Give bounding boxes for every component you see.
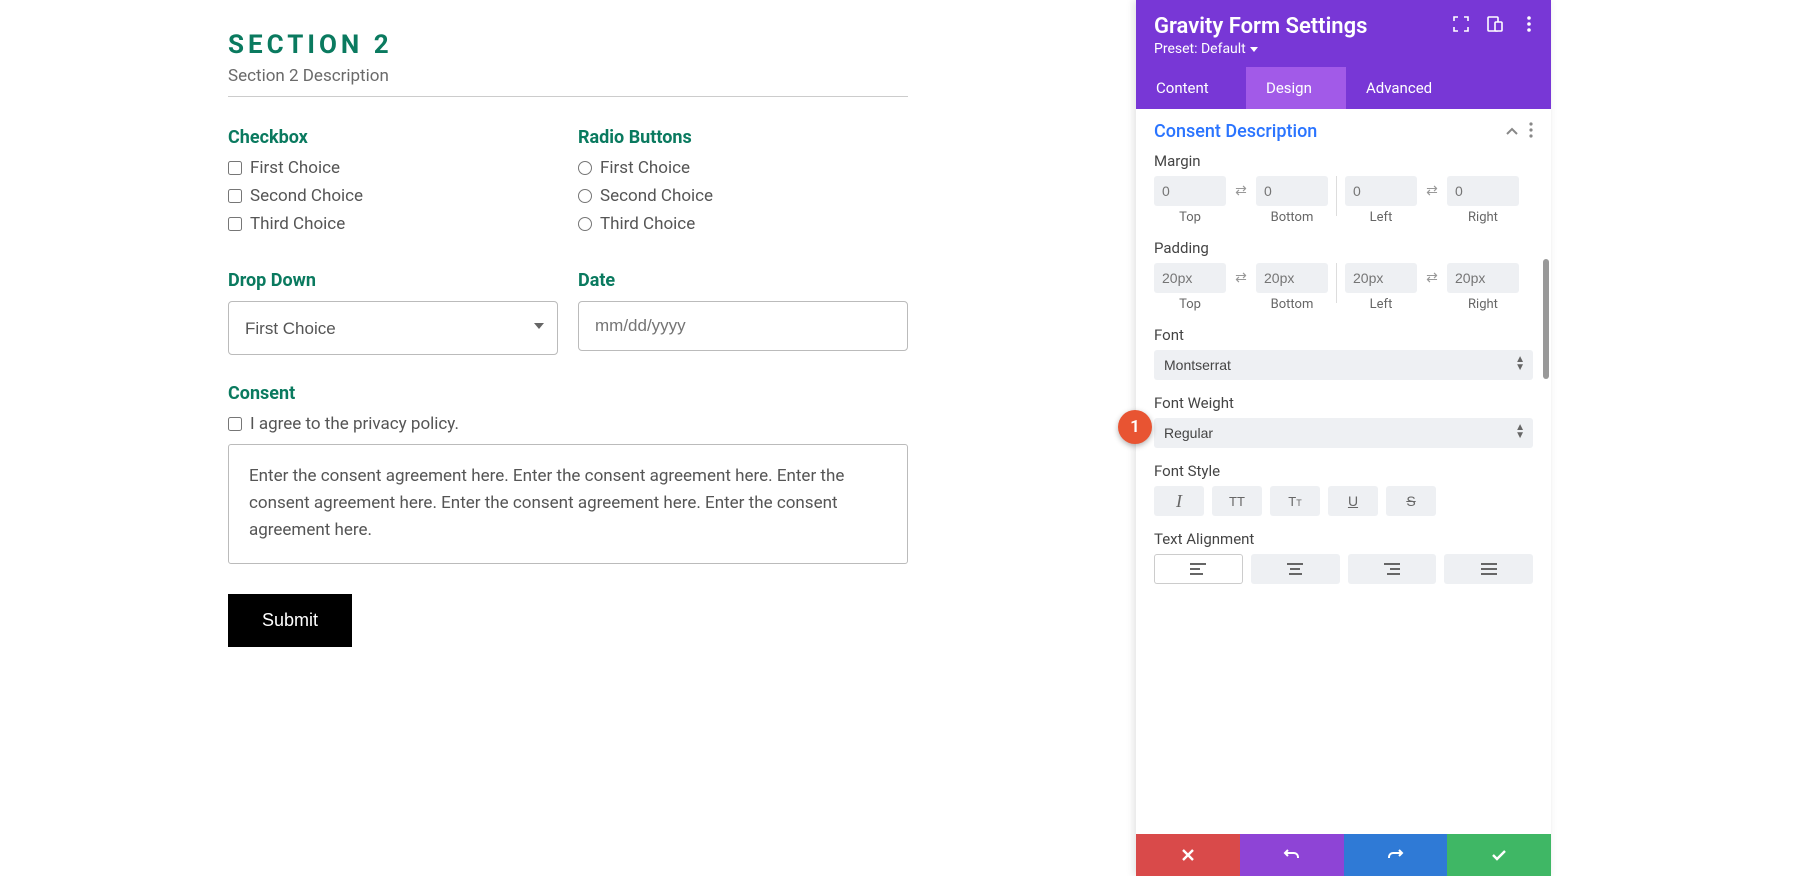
margin-right-input[interactable] xyxy=(1447,176,1519,206)
date-input[interactable] xyxy=(578,301,908,351)
tab-advanced[interactable]: Advanced xyxy=(1346,67,1551,109)
radio-input[interactable] xyxy=(578,189,592,203)
consent-checkbox[interactable] xyxy=(228,417,242,431)
chevron-up-icon xyxy=(1505,122,1519,141)
submit-button[interactable]: Submit xyxy=(228,594,352,647)
align-justify-button[interactable] xyxy=(1444,554,1533,584)
form-preview: SECTION 2 Section 2 Description Checkbox… xyxy=(0,0,1136,876)
dropdown-field-label: Drop Down xyxy=(228,270,558,291)
align-center-button[interactable] xyxy=(1251,554,1340,584)
save-button[interactable] xyxy=(1447,834,1551,876)
consent-agree[interactable]: I agree to the privacy policy. xyxy=(228,414,908,434)
panel-body[interactable]: Consent Description Margin Top ⇄ Bottom … xyxy=(1136,109,1551,834)
padding-right-input[interactable] xyxy=(1447,263,1519,293)
cancel-button[interactable] xyxy=(1136,834,1240,876)
link-icon[interactable]: ⇄ xyxy=(1421,263,1443,293)
checkbox-input[interactable] xyxy=(228,189,242,203)
padding-bottom-input[interactable] xyxy=(1256,263,1328,293)
more-icon[interactable] xyxy=(1529,122,1533,142)
focus-icon[interactable] xyxy=(1451,14,1471,34)
section-toggle[interactable]: Consent Description xyxy=(1136,109,1551,148)
preset-dropdown[interactable]: Preset: Default xyxy=(1154,41,1533,57)
padding-left-input[interactable] xyxy=(1345,263,1417,293)
font-weight-label: Font Weight xyxy=(1154,394,1533,412)
uppercase-button[interactable]: TT xyxy=(1212,486,1262,516)
italic-button[interactable]: I xyxy=(1154,486,1204,516)
margin-left-input[interactable] xyxy=(1345,176,1417,206)
align-right-button[interactable] xyxy=(1348,554,1437,584)
padding-label: Padding xyxy=(1154,239,1533,257)
link-icon[interactable]: ⇄ xyxy=(1421,176,1443,206)
responsive-icon[interactable] xyxy=(1485,14,1505,34)
divider xyxy=(1336,263,1337,303)
margin-label: Margin xyxy=(1154,152,1533,170)
settings-panel: Gravity Form Settings Preset: Default Co… xyxy=(1136,0,1551,876)
redo-button[interactable] xyxy=(1344,834,1448,876)
radio-choice[interactable]: First Choice xyxy=(578,158,908,178)
underline-button[interactable]: U xyxy=(1328,486,1378,516)
checkbox-field-label: Checkbox xyxy=(228,127,558,148)
divider xyxy=(1336,176,1337,216)
margin-bottom-input[interactable] xyxy=(1256,176,1328,206)
link-icon[interactable]: ⇄ xyxy=(1230,263,1252,293)
section-toggle-title: Consent Description xyxy=(1154,121,1317,142)
section-description: Section 2 Description xyxy=(228,66,908,86)
margin-top-input[interactable] xyxy=(1154,176,1226,206)
checkbox-choice[interactable]: First Choice xyxy=(228,158,558,178)
padding-top-input[interactable] xyxy=(1154,263,1226,293)
font-weight-select[interactable]: Regular xyxy=(1154,418,1533,448)
radio-choice[interactable]: Second Choice xyxy=(578,186,908,206)
dropdown-select[interactable]: First Choice xyxy=(228,301,558,355)
date-field-label: Date xyxy=(578,270,908,291)
font-select[interactable]: Montserrat xyxy=(1154,350,1533,380)
text-alignment-label: Text Alignment xyxy=(1154,530,1533,548)
undo-button[interactable] xyxy=(1240,834,1344,876)
align-left-button[interactable] xyxy=(1154,554,1243,584)
smallcaps-button[interactable]: TT xyxy=(1270,486,1320,516)
radio-input[interactable] xyxy=(578,217,592,231)
radio-field-label: Radio Buttons xyxy=(578,127,908,148)
strikethrough-button[interactable]: S xyxy=(1386,486,1436,516)
radio-choice[interactable]: Third Choice xyxy=(578,214,908,234)
link-icon[interactable]: ⇄ xyxy=(1230,176,1252,206)
tab-design[interactable]: Design xyxy=(1246,67,1346,109)
radio-input[interactable] xyxy=(578,161,592,175)
checkbox-choice[interactable]: Third Choice xyxy=(228,214,558,234)
panel-header: Gravity Form Settings Preset: Default xyxy=(1136,0,1551,67)
more-icon[interactable] xyxy=(1519,14,1539,34)
consent-field-label: Consent xyxy=(228,383,908,404)
font-style-label: Font Style xyxy=(1154,462,1533,480)
section-title: SECTION 2 xyxy=(228,30,908,60)
tab-content[interactable]: Content xyxy=(1136,67,1246,109)
checkbox-input[interactable] xyxy=(228,161,242,175)
panel-footer xyxy=(1136,834,1551,876)
notification-badge: 1 xyxy=(1118,410,1152,444)
chevron-down-icon xyxy=(1250,47,1258,52)
scrollbar-thumb[interactable] xyxy=(1543,259,1549,379)
checkbox-input[interactable] xyxy=(228,217,242,231)
divider xyxy=(228,96,908,97)
panel-tabs: Content Design Advanced xyxy=(1136,67,1551,109)
consent-description-box: Enter the consent agreement here. Enter … xyxy=(228,444,908,564)
font-label: Font xyxy=(1154,326,1533,344)
checkbox-choice[interactable]: Second Choice xyxy=(228,186,558,206)
